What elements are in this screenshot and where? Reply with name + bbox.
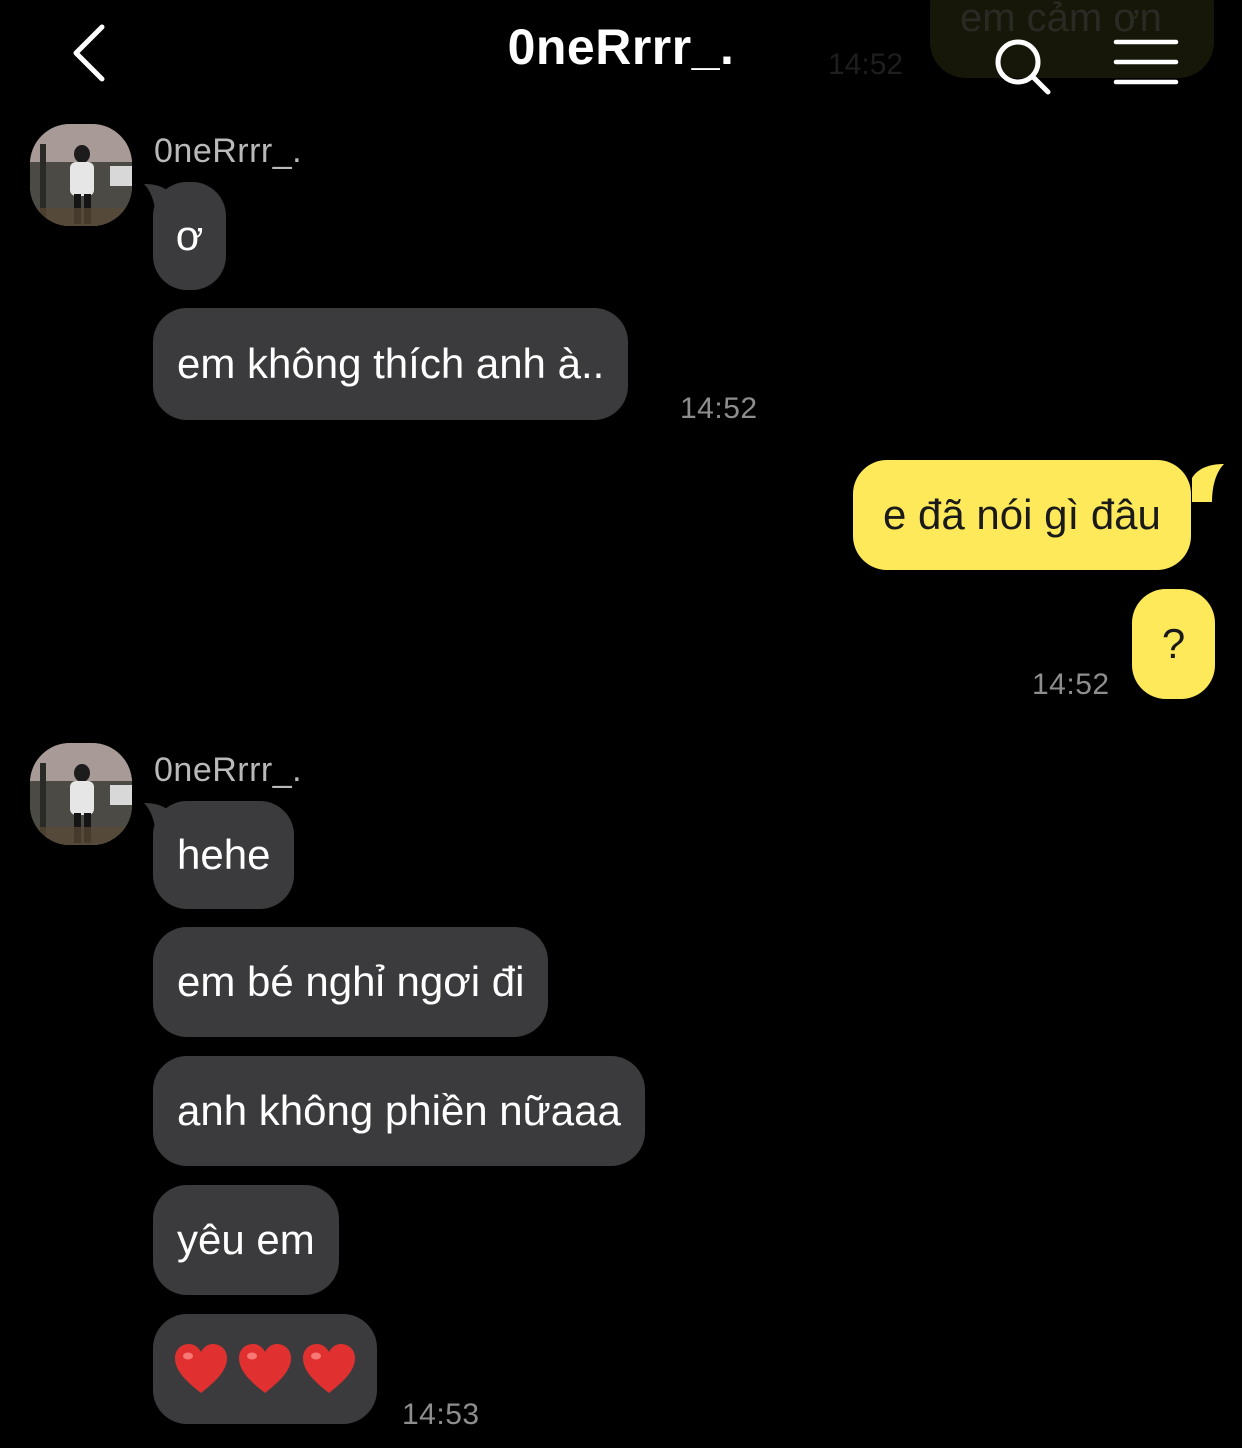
message-bubble[interactable]: em không thích anh à.. [153,308,629,420]
message-bubble[interactable]: yêu em [153,1185,339,1295]
chat-title: 0neRrrr_. [507,19,735,75]
sender-name: 0neRrrr_. [154,132,303,170]
avatar-image [30,124,132,226]
heart-icon [239,1344,291,1393]
avatar-image [30,743,132,845]
menu-icon [1113,39,1179,85]
menu-button[interactable] [1110,36,1182,88]
message-bubble[interactable]: ❤️❤️❤️ [153,1314,377,1424]
heart-icon [175,1344,227,1393]
message-bubble[interactable]: em bé nghỉ ngơi đi [153,927,549,1037]
message-text: anh không phiền nữaaa [177,1087,621,1134]
message-time: 14:52 [680,392,758,425]
message-bubble[interactable]: anh không phiền nữaaa [153,1056,645,1166]
message-text: ? [1161,620,1186,667]
message-bubble[interactable]: hehe [153,801,295,909]
message-text: hehe [177,831,271,878]
message-text: e đã nói gì đâu [883,491,1161,538]
search-icon [995,39,1051,95]
message-bubble[interactable]: ơ [153,182,226,290]
search-button[interactable] [990,34,1054,98]
message-text: yêu em [177,1216,315,1263]
message-text: em không thích anh à.. [177,340,605,387]
message-bubble[interactable]: ? [1132,589,1215,699]
message-time: 14:52 [1032,668,1110,701]
message-text: ơ [175,212,204,259]
sender-name: 0neRrrr_. [154,751,303,789]
message-text: em bé nghỉ ngơi đi [177,958,525,1005]
message-bubble[interactable]: e đã nói gì đâu [853,460,1191,570]
heart-icon [303,1344,355,1393]
avatar[interactable] [30,124,132,226]
avatar[interactable] [30,743,132,845]
message-time: 14:53 [402,1398,480,1431]
